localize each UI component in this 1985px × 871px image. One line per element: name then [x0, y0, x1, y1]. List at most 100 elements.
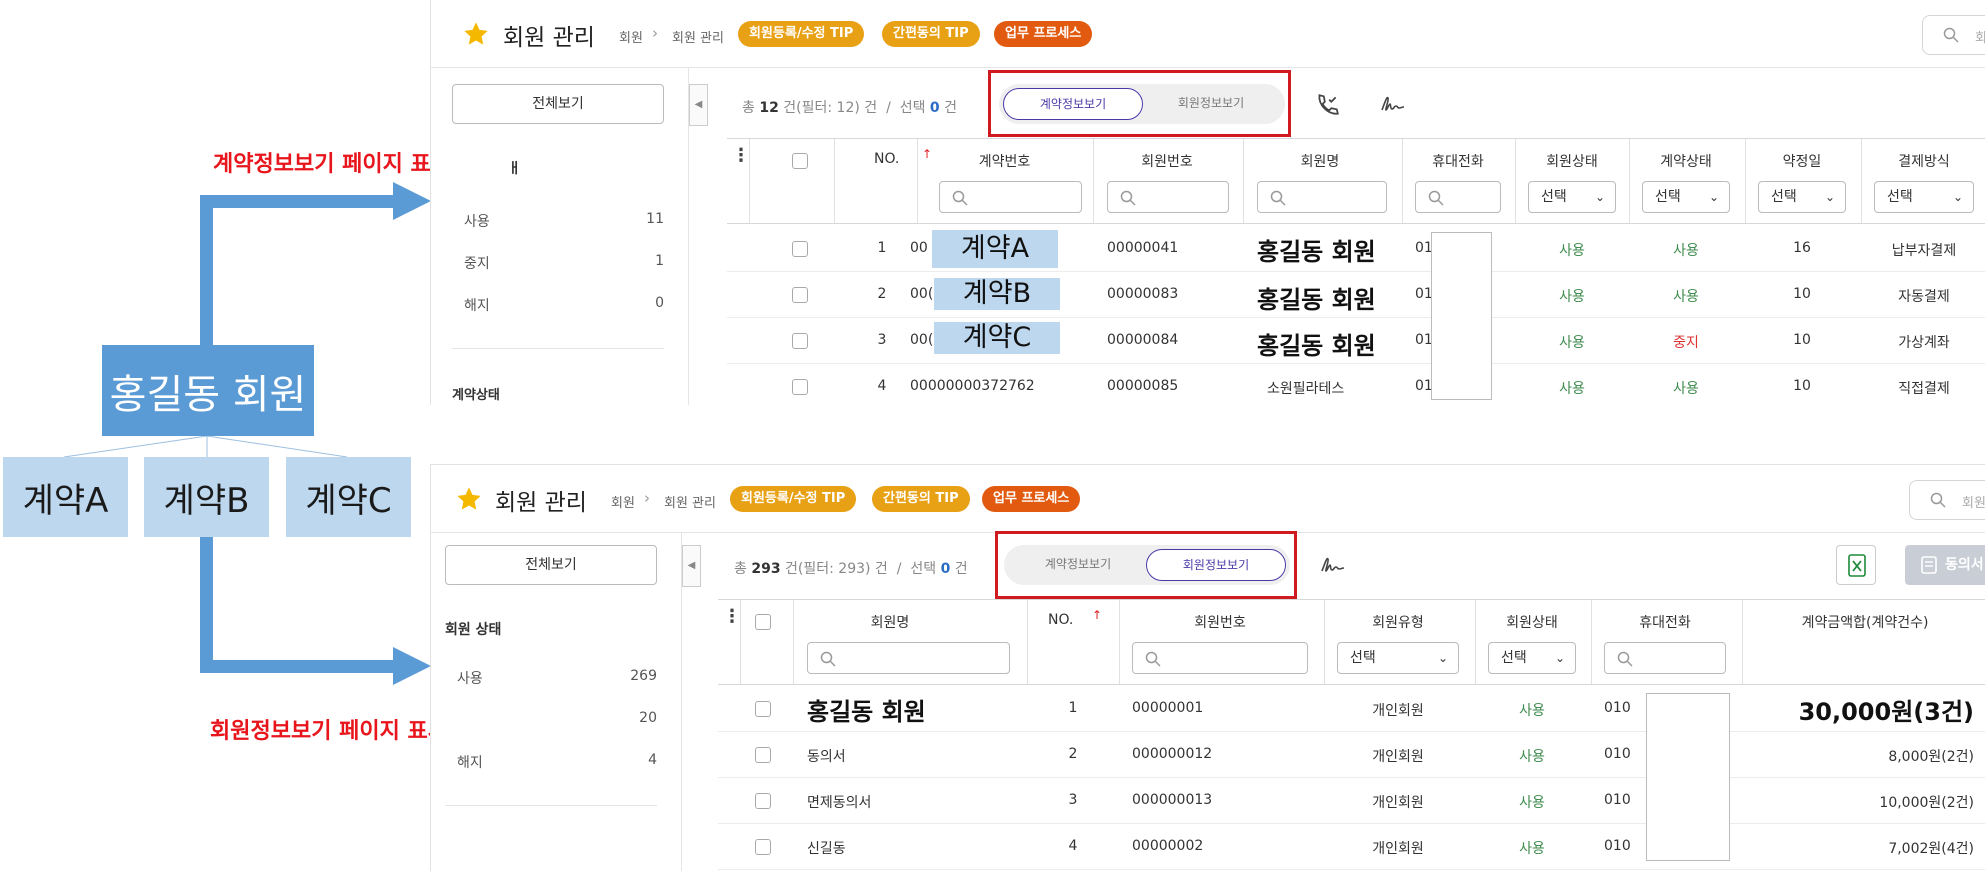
record-count: 총 293 건(필터: 293) 건 / 선택 0 건	[734, 561, 968, 577]
table-row[interactable]: 1 00 계약A 00000041 홍길동 회원 010- 사용 사용 16 납…	[727, 226, 1985, 272]
header-member-status[interactable]: 회원상태	[1528, 151, 1616, 171]
header-member-no[interactable]: 회원번호	[1132, 612, 1308, 632]
table-row[interactable]: 면제동의서 3 000000013 개인회원 사용 010 10,000원(2건…	[718, 778, 1985, 824]
table-row[interactable]: 3 00( 계약C 00000084 홍길동 회원 010-8 사용 중지 10…	[727, 318, 1985, 364]
search-icon	[952, 190, 968, 206]
breadcrumb-member[interactable]: 회원	[619, 27, 643, 46]
row-checkbox[interactable]	[792, 287, 808, 303]
row-agreement-day: 16	[1793, 240, 1811, 256]
signature-icon[interactable]	[1320, 553, 1348, 577]
view-all-button[interactable]: 전체보기	[445, 545, 657, 585]
tip-register-button[interactable]: 회원등록/수정 TIP	[730, 486, 857, 512]
mobile-filter[interactable]	[1415, 181, 1501, 213]
row-member-name[interactable]: 홍길동 회원	[1257, 232, 1376, 267]
breadcrumb-member-manage[interactable]: 회원 관리	[672, 27, 724, 46]
header-payment-method[interactable]: 결제방식	[1874, 151, 1974, 171]
arrow-up-head	[393, 182, 431, 220]
header-member-type[interactable]: 회원유형	[1337, 612, 1459, 632]
row-checkbox[interactable]	[755, 701, 771, 717]
member-status-select[interactable]: 선택 ⌄	[1528, 181, 1616, 213]
column-menu-icon[interactable]: ⋮	[723, 606, 741, 627]
sort-arrow-icon[interactable]: ↑	[922, 147, 932, 161]
tip-simple-consent-button[interactable]: 간편동의 TIP	[872, 486, 970, 512]
table-row[interactable]: 동의서 2 000000012 개인회원 사용 010 8,000원(2건)	[718, 732, 1985, 778]
tip-register-button[interactable]: 회원등록/수정 TIP	[738, 21, 865, 47]
excel-export-button[interactable]	[1836, 545, 1876, 585]
sidebar-collapse-button[interactable]: ◀	[689, 84, 708, 126]
row-member-name[interactable]: 면제동의서	[807, 792, 871, 812]
row-member-name[interactable]: 홍길동 회원	[1257, 280, 1376, 315]
tip-process-button[interactable]: 업무 프로세스	[982, 486, 1081, 512]
signature-icon[interactable]	[1380, 92, 1408, 116]
breadcrumb-member[interactable]: 회원	[611, 492, 635, 511]
row-checkbox[interactable]	[792, 333, 808, 349]
mobile-filter[interactable]	[1604, 642, 1726, 674]
header-mobile[interactable]: 휴대전화	[1415, 151, 1501, 171]
consent-form-button[interactable]: 동의서	[1905, 545, 1985, 585]
header-contract-no[interactable]: 계약번호	[952, 151, 1057, 171]
sidebar-item-label[interactable]: 해지	[457, 752, 483, 772]
row-checkbox[interactable]	[792, 241, 808, 257]
tip-simple-consent-button[interactable]: 간편동의 TIP	[882, 21, 980, 47]
sidebar: 전체보기 회원 상태 사용 269 20 해지 4	[431, 533, 682, 871]
row-member-name[interactable]: 소원필라테스	[1267, 378, 1344, 398]
row-contract-no: 00000000372762	[910, 378, 1035, 394]
header-member-no[interactable]: 회원번호	[1107, 151, 1227, 171]
search-input[interactable]: 회원	[1909, 480, 1985, 520]
select-all-checkbox[interactable]	[755, 614, 771, 630]
row-checkbox[interactable]	[755, 747, 771, 763]
table-row[interactable]: 2 00( 계약B 00000083 홍길동 회원 010-( 사용 사용 10…	[727, 272, 1985, 318]
row-member-no: 00000002	[1132, 838, 1204, 854]
search-input[interactable]: 회	[1922, 15, 1985, 55]
header-no[interactable]: NO.	[874, 151, 899, 167]
row-member-name[interactable]: 신길동	[807, 838, 846, 858]
header-member-name[interactable]: 회원명	[807, 612, 973, 632]
row-no: 1	[1068, 700, 1078, 716]
member-name-filter[interactable]	[1257, 181, 1387, 213]
sidebar-item-count: 0	[655, 295, 664, 311]
table-row[interactable]: 4 00000000372762 00000085 소원필라테스 010-7 사…	[727, 364, 1985, 405]
header-member-name[interactable]: 회원명	[1257, 151, 1383, 171]
phone-check-icon[interactable]	[1314, 92, 1340, 118]
star-icon[interactable]	[462, 20, 490, 48]
sidebar-item-label[interactable]: 사용	[457, 668, 483, 688]
header-mobile[interactable]: 휴대전화	[1604, 612, 1726, 632]
header-contract-status[interactable]: 계약상태	[1642, 151, 1730, 171]
member-name-filter[interactable]	[807, 642, 1010, 674]
member-no-filter[interactable]	[1107, 181, 1229, 213]
header-agreement-day[interactable]: 약정일	[1758, 151, 1846, 171]
row-checkbox[interactable]	[755, 839, 771, 855]
contract-status-select[interactable]: 선택 ⌄	[1642, 181, 1730, 213]
sidebar: 전체보기 ㅐ 사용 11 중지 1 해지 0 계약상태	[431, 68, 689, 405]
member-status-select[interactable]: 선택 ⌄	[1488, 642, 1576, 674]
column-menu-icon[interactable]: ⋮	[732, 145, 750, 166]
sidebar-item-count: 20	[639, 710, 657, 726]
select-all-checkbox[interactable]	[792, 153, 808, 169]
header-member-status[interactable]: 회원상태	[1488, 612, 1576, 632]
payment-method-select[interactable]: 선택 ⌄	[1874, 181, 1974, 213]
row-member-name[interactable]: 동의서	[807, 746, 846, 766]
sidebar-item-label[interactable]: 해지	[464, 295, 490, 315]
breadcrumb-member-manage[interactable]: 회원 관리	[664, 492, 716, 511]
member-type-select[interactable]: 선택 ⌄	[1337, 642, 1459, 674]
row-checkbox[interactable]	[792, 379, 808, 395]
member-no-filter[interactable]	[1132, 642, 1308, 674]
sidebar-item-label[interactable]: 사용	[464, 211, 490, 231]
contract-no-filter[interactable]	[939, 181, 1082, 213]
header-contract-amount[interactable]: 계약금액합(계약건수)	[1756, 612, 1974, 632]
arrow-down-shaft	[200, 537, 213, 667]
row-member-name[interactable]: 홍길동 회원	[807, 692, 926, 727]
row-checkbox[interactable]	[755, 793, 771, 809]
row-member-no: 00000085	[1107, 378, 1179, 394]
star-icon[interactable]	[455, 485, 483, 513]
sort-arrow-icon[interactable]: ↑	[1092, 608, 1102, 622]
sidebar-collapse-button[interactable]: ◀	[682, 545, 701, 587]
row-member-name[interactable]: 홍길동 회원	[1257, 326, 1376, 361]
tip-process-button[interactable]: 업무 프로세스	[994, 21, 1093, 47]
view-all-button[interactable]: 전체보기	[452, 84, 664, 124]
agreement-day-select[interactable]: 선택 ⌄	[1758, 181, 1846, 213]
header-no[interactable]: NO.	[1048, 612, 1073, 628]
sidebar-item-label[interactable]: 중지	[464, 253, 490, 273]
table-row[interactable]: 신길동 4 00000002 개인회원 사용 010 7,002원(4건)	[718, 824, 1985, 870]
table-row[interactable]: 홍길동 회원 1 00000001 개인회원 사용 010 30,000원(3건…	[718, 686, 1985, 732]
